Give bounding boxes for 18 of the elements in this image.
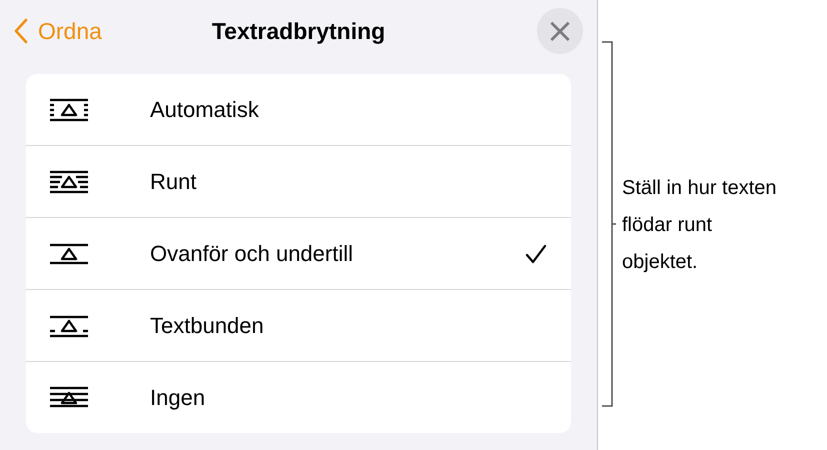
- option-label: Ovanför och undertill: [150, 240, 353, 266]
- callout-text: Ställ in hur texten flödar runt objektet.: [622, 176, 778, 274]
- option-label: Runt: [150, 168, 196, 194]
- option-row[interactable]: Ovanför och undertill: [26, 218, 571, 290]
- option-label: Textbunden: [150, 312, 264, 338]
- wrap-icon: [50, 98, 88, 122]
- wrap-icon: [50, 170, 88, 194]
- option-label: Ingen: [150, 384, 206, 410]
- wrap-icon: [50, 242, 88, 266]
- option-row[interactable]: Textbunden: [26, 290, 571, 362]
- option-row[interactable]: Ingen: [26, 362, 571, 433]
- panel-title: Textradbrytning: [212, 18, 386, 44]
- option-row[interactable]: Automatisk: [26, 74, 571, 146]
- chevron-icon: [14, 18, 28, 44]
- wrap-icon: [50, 386, 88, 410]
- wrap-icon: [50, 314, 88, 338]
- option-row[interactable]: Runt: [26, 146, 571, 218]
- option-label: Automatisk: [150, 96, 259, 122]
